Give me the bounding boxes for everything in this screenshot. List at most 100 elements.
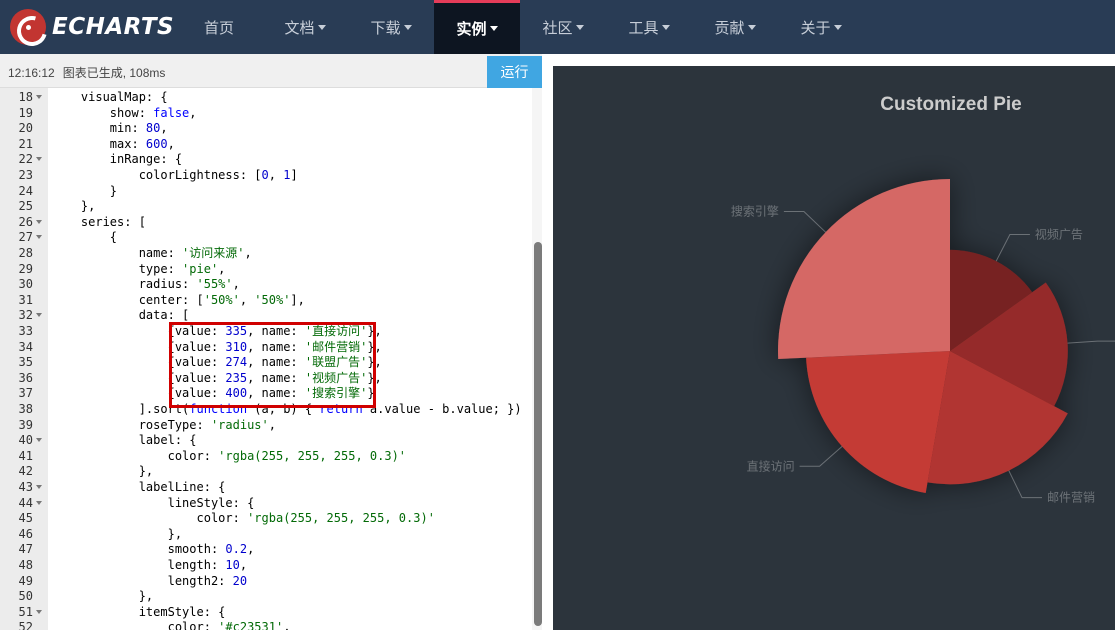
code-line[interactable]: 26 series: [ (0, 215, 542, 231)
code-line[interactable]: 50 }, (0, 589, 542, 605)
code-line[interactable]: 43 labelLine: { (0, 480, 542, 496)
fold-arrow-icon[interactable] (36, 485, 42, 489)
nav-item-contribute[interactable]: 贡献 (692, 0, 778, 54)
line-number: 33 (18, 324, 33, 338)
code-text: }, (52, 199, 96, 214)
fold-arrow-icon[interactable] (36, 500, 42, 505)
fold-arrow-icon[interactable] (36, 609, 42, 614)
code-line[interactable]: 44 lineStyle: { (0, 496, 542, 512)
pie-chart[interactable]: Customized Pie视频广告联盟广告邮件营销直接访问搜索引擎 (553, 66, 1115, 630)
line-number: 35 (18, 355, 33, 370)
editor-toolbar: 12:16:12 图表已生成, 108ms 运行 (0, 54, 542, 88)
code-line[interactable]: 19 show: false, (0, 106, 542, 122)
line-number: 51 (18, 604, 33, 619)
nav-item-docs[interactable]: 文档 (262, 0, 348, 54)
line-number: 18 (18, 90, 33, 104)
pie-slice[interactable] (778, 179, 950, 359)
fold-arrow-icon[interactable] (36, 219, 42, 224)
line-number: 48 (18, 558, 33, 572)
line-number: 36 (18, 370, 33, 385)
line-number: 37 (18, 386, 33, 401)
status-message: 12:16:12 图表已生成, 108ms (8, 64, 165, 81)
nav-item-label: 工具 (628, 19, 659, 37)
code-text: labelLine: { (52, 480, 226, 494)
code-line[interactable]: 46 }, (0, 527, 542, 543)
nav-item-home[interactable]: 首页 (176, 0, 262, 54)
code-text: radius: '55%', (52, 277, 240, 292)
code-line[interactable]: 41 color: 'rgba(255, 255, 255, 0.3)' (0, 449, 542, 465)
code-text: lineStyle: { (52, 495, 255, 510)
code-text: center: ['50%', '50%'], (52, 292, 305, 307)
code-line[interactable]: 21 max: 600, (0, 137, 542, 153)
fold-arrow-icon[interactable] (36, 313, 42, 318)
line-number: 24 (18, 183, 33, 198)
nav-item-about[interactable]: 关于 (778, 0, 864, 54)
code-line[interactable]: 24 } (0, 184, 542, 200)
line-number: 21 (18, 136, 33, 151)
run-button[interactable]: 运行 (487, 56, 542, 88)
line-number: 22 (18, 152, 33, 167)
code-text: max: 600, (52, 136, 175, 151)
code-text: type: 'pie', (52, 261, 226, 276)
echarts-logo-icon (10, 9, 46, 45)
code-line[interactable]: 23 colorLightness: [0, 1] (0, 168, 542, 184)
code-text: series: [ (52, 214, 146, 229)
line-number: 50 (18, 589, 33, 604)
line-number: 19 (18, 105, 33, 120)
code-text: colorLightness: [0, 1] (52, 168, 298, 182)
label-line (995, 234, 1030, 262)
status-time: 12:16:12 (8, 66, 55, 80)
code-text: length2: 20 (52, 573, 248, 588)
nav-item-examples[interactable]: 实例 (434, 0, 520, 54)
code-line[interactable]: 29 type: 'pie', (0, 262, 542, 278)
top-navbar: ECHARTS 首页 文档 下载 实例 社区 工具 贡献 关于 (0, 0, 1115, 54)
nav-item-download[interactable]: 下载 (348, 0, 434, 54)
code-line[interactable]: 28 name: '访问来源', (0, 246, 542, 262)
pie-slice[interactable] (806, 351, 950, 493)
code-line[interactable]: 52 color: '#c23531', (0, 620, 542, 630)
slice-label: 直接访问 (747, 458, 795, 473)
nav-item-community[interactable]: 社区 (520, 0, 606, 54)
nav-item-label: 关于 (800, 19, 831, 37)
status-text: 图表已生成, 108ms (62, 66, 166, 80)
line-number: 29 (18, 261, 33, 276)
code-line[interactable]: 30 radius: '55%', (0, 277, 542, 293)
code-line[interactable]: 42 }, (0, 464, 542, 480)
code-line[interactable]: 25 }, (0, 199, 542, 215)
code-text: show: false, (52, 105, 197, 120)
code-line[interactable]: 22 inRange: { (0, 152, 542, 168)
code-line[interactable]: 18 visualMap: { (0, 90, 542, 106)
code-line[interactable]: 49 length2: 20 (0, 574, 542, 590)
caret-down-icon (403, 24, 412, 30)
slice-label: 搜索引擎 (731, 204, 779, 219)
code-line[interactable]: 51 itemStyle: { (0, 605, 542, 621)
code-line[interactable]: 47 smooth: 0.2, (0, 542, 542, 558)
code-line[interactable]: 45 color: 'rgba(255, 255, 255, 0.3)' (0, 511, 542, 527)
code-line[interactable]: 48 length: 10, (0, 558, 542, 574)
nav-item-label: 实例 (456, 21, 487, 38)
fold-arrow-icon[interactable] (36, 235, 42, 240)
logo-text: ECHARTS (52, 14, 175, 40)
echarts-logo[interactable]: ECHARTS (10, 9, 174, 45)
line-number: 31 (18, 292, 33, 307)
label-line (799, 446, 843, 467)
line-number: 52 (18, 620, 33, 630)
fold-arrow-icon[interactable] (36, 438, 42, 443)
line-number: 20 (18, 121, 33, 136)
line-number: 28 (18, 246, 33, 260)
code-line[interactable]: 27 { (0, 230, 542, 246)
slice-label: 视频广告 (1035, 227, 1083, 242)
chart-title: Customized Pie (880, 94, 1021, 115)
code-text: } (52, 183, 118, 198)
code-line[interactable]: 20 min: 80, (0, 121, 542, 137)
nav-item-tools[interactable]: 工具 (606, 0, 692, 54)
code-text: label: { (52, 433, 197, 448)
line-number: 34 (18, 339, 33, 354)
code-line[interactable]: 31 center: ['50%', '50%'], (0, 293, 542, 309)
fold-arrow-icon[interactable] (36, 157, 42, 162)
fold-arrow-icon[interactable] (36, 95, 42, 99)
chart-panel[interactable]: Customized Pie视频广告联盟广告邮件营销直接访问搜索引擎 (553, 66, 1115, 630)
code-line[interactable]: 40 label: { (0, 433, 542, 449)
code-line[interactable]: 39 roseType: 'radius', (0, 418, 542, 434)
highlight-box (169, 322, 376, 408)
